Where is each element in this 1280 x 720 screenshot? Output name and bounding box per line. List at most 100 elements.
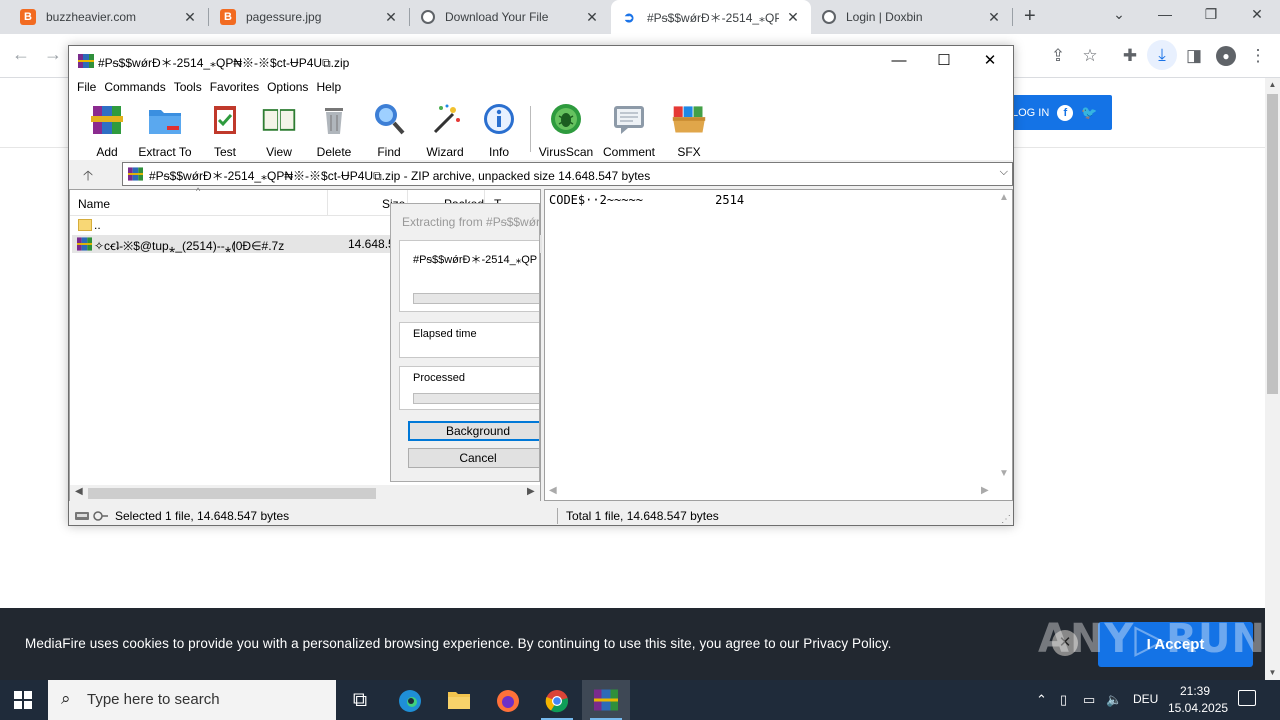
winrar-taskbar-icon[interactable] (582, 680, 630, 720)
firefox-icon[interactable] (484, 680, 532, 720)
close-tab-icon[interactable]: ✕ (986, 9, 1002, 26)
scrollbar-thumb[interactable] (1267, 94, 1278, 394)
tab-download-your-file[interactable]: Download Your File ✕ (411, 0, 610, 34)
file-explorer-icon[interactable] (435, 680, 483, 720)
profile-avatar-icon[interactable]: ● (1216, 46, 1236, 66)
tab-mediafire-active[interactable]: ➲ #Pᵴ$$wǿrÐ＊-2514_⁎QP₦※-※$ct-ɄP4U⧉.zip ✕ (611, 0, 811, 34)
windows-start-icon[interactable] (14, 691, 32, 709)
comment-button[interactable]: Comment (601, 102, 657, 159)
winrar-titlebar[interactable]: #Pᵴ$$wǿrÐ＊-2514_⁎QP₦※-※$ct-ɄP4U⧉.zip — ☐… (69, 46, 1013, 76)
network-icon[interactable]: ▭ (1083, 692, 1095, 708)
close-button[interactable]: ✕ (967, 50, 1013, 72)
edge-icon[interactable] (386, 680, 434, 720)
chevron-up-icon[interactable]: ⌃ (1036, 692, 1047, 708)
scroll-down-arrow[interactable]: ▼ (999, 468, 1009, 479)
elapsed-group: Elapsed time (399, 322, 539, 358)
winrar-window: #Pᵴ$$wǿrÐ＊-2514_⁎QP₦※-※$ct-ɄP4U⧉.zip — ☐… (68, 45, 1014, 526)
tab-doxbin[interactable]: Login | Doxbin ✕ (812, 0, 1012, 34)
archive-path-field[interactable]: #Pᵴ$$wǿrÐ＊-2514_⁎QP₦※-※$ct-ɄP4U⧉.zip - Z… (122, 162, 1013, 186)
tab-buzzheavier[interactable]: B buzzheavier.com ✕ (10, 0, 208, 34)
virusscan-button[interactable]: VirusScan (538, 102, 594, 159)
login-label: LOG IN (1012, 106, 1050, 119)
background-button[interactable]: Background (408, 421, 539, 441)
drive-key-icon (75, 511, 108, 521)
task-view-icon[interactable]: ⧉ (336, 680, 384, 720)
current-file-group: #Pᵴ$$wǿrÐ＊-2514_⁎QP (399, 240, 539, 312)
browser-tab-bar: B buzzheavier.com ✕ B pagessure.jpg ✕ Do… (0, 0, 1280, 34)
scroll-right-arrow[interactable]: ▶ (981, 485, 989, 496)
restore-button[interactable]: ❐ (1188, 0, 1234, 30)
sfx-button[interactable]: SFX (661, 102, 717, 159)
scroll-up-arrow[interactable]: ▲ (999, 192, 1009, 203)
close-tab-icon[interactable]: ✕ (383, 9, 399, 26)
wizard-button[interactable]: Wizard (417, 102, 473, 159)
minimize-button[interactable]: — (1142, 0, 1188, 30)
taskbar-search-box[interactable]: ⌕ Type here to search (48, 680, 336, 720)
view-button[interactable]: View (251, 102, 307, 159)
comment-horizontal-scrollbar[interactable]: ◀ ▶ (545, 485, 995, 499)
tab-pagessure[interactable]: B pagessure.jpg ✕ (210, 0, 409, 34)
twitter-icon[interactable]: 🐦 (1081, 105, 1097, 121)
close-tab-icon[interactable]: ✕ (182, 9, 198, 26)
tab-title: buzzheavier.com (46, 10, 137, 24)
column-name[interactable]: Name (78, 197, 110, 211)
share-icon[interactable]: ⇪ (1048, 46, 1068, 66)
close-tab-icon[interactable]: ✕ (584, 9, 600, 26)
scroll-left-arrow[interactable]: ◀ (549, 485, 557, 496)
magnifier-icon (375, 104, 405, 135)
sfx-box-icon (672, 106, 706, 133)
bookmark-star-icon[interactable]: ☆ (1080, 46, 1100, 66)
notification-icon[interactable] (1238, 690, 1256, 706)
tab-search-icon[interactable]: ⌄ (1096, 0, 1142, 30)
find-button[interactable]: Find (361, 102, 417, 159)
facebook-icon[interactable]: f (1057, 104, 1074, 121)
close-window-button[interactable]: ✕ (1234, 0, 1280, 30)
delete-button[interactable]: Delete (306, 102, 362, 159)
info-label: Info (488, 145, 509, 159)
extensions-icon[interactable]: ✚ (1120, 46, 1140, 66)
maximize-button[interactable]: ☐ (921, 50, 967, 72)
info-button[interactable]: Info (471, 102, 527, 159)
menu-options[interactable]: Options (267, 76, 316, 98)
clock[interactable]: 21:39 15.04.2025 (1168, 683, 1228, 717)
menu-dots-icon[interactable]: ⋮ (1248, 46, 1268, 66)
test-button[interactable]: Test (197, 102, 253, 159)
menu-commands[interactable]: Commands (104, 76, 173, 98)
extract-to-label: Extract To (138, 145, 192, 159)
language-indicator[interactable]: DEU (1133, 692, 1158, 706)
volume-icon[interactable]: 🔈 (1106, 692, 1122, 708)
device-icon[interactable]: ▯ (1060, 692, 1067, 708)
scroll-right-arrow[interactable]: ▶ (527, 486, 535, 497)
resize-grip-icon[interactable]: ⋰ (1001, 514, 1011, 525)
scroll-left-arrow[interactable]: ◀ (75, 486, 83, 497)
close-tab-icon[interactable]: ✕ (785, 9, 801, 26)
up-folder-arrow-icon[interactable]: 🡡 (83, 165, 93, 189)
menu-file[interactable]: File (77, 76, 104, 98)
chrome-icon[interactable] (533, 680, 581, 720)
page-scrollbar[interactable]: ▲ ▼ (1265, 78, 1280, 680)
find-label: Find (377, 145, 401, 159)
minimize-button[interactable]: — (876, 50, 922, 72)
back-arrow-icon[interactable]: ← (12, 44, 30, 65)
side-panel-icon[interactable]: ◨ (1184, 46, 1204, 66)
windows-taskbar: ⌕ Type here to search ⧉ ⌃ ▯ ▭ 🔈 DEU 21:3… (0, 680, 1280, 720)
winrar-menubar: File Commands Tools Favorites Options He… (69, 76, 1013, 98)
extract-to-button[interactable]: Extract To (137, 102, 193, 159)
cancel-button[interactable]: Cancel (408, 448, 539, 468)
menu-tools[interactable]: Tools (174, 76, 210, 98)
scroll-up-arrow[interactable]: ▲ (1265, 78, 1280, 92)
menu-favorites[interactable]: Favorites (210, 76, 267, 98)
file-name: .. (94, 218, 101, 232)
horizontal-scrollbar[interactable]: ◀ ▶ (70, 485, 540, 501)
new-tab-button[interactable]: + (1024, 5, 1036, 28)
scrollbar-thumb[interactable] (88, 488, 376, 499)
tab-title: Login | Doxbin (846, 10, 923, 24)
login-button[interactable]: LOG IN f 🐦 (1000, 95, 1112, 130)
menu-help[interactable]: Help (316, 76, 349, 98)
forward-arrow-icon[interactable]: → (44, 44, 62, 65)
add-button[interactable]: Add (79, 102, 135, 159)
comment-vertical-scrollbar[interactable]: ▲ ▼ (996, 190, 1012, 482)
chevron-down-icon[interactable]: ⌵ (1000, 166, 1008, 179)
scroll-down-arrow[interactable]: ▼ (1265, 666, 1280, 680)
download-icon[interactable]: ⤓ (1147, 40, 1177, 70)
